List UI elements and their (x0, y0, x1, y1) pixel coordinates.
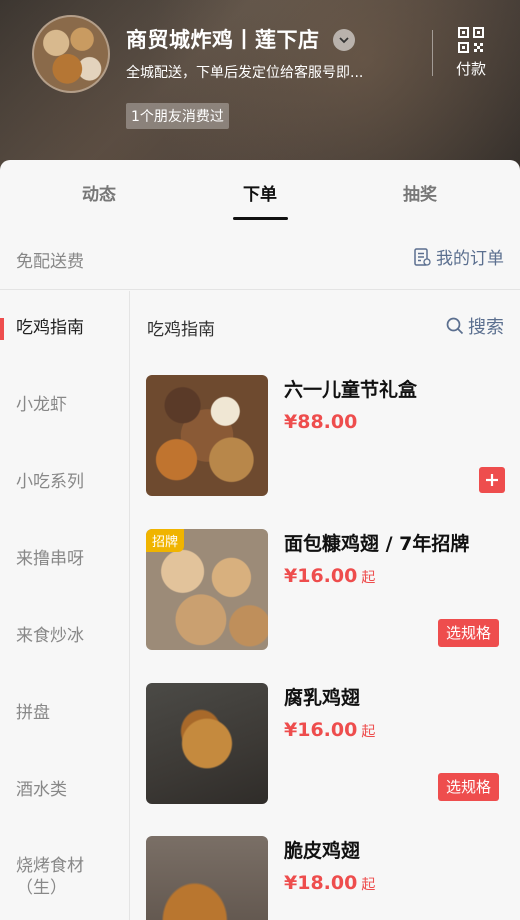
active-category-indicator (0, 318, 4, 340)
store-avatar[interactable] (32, 15, 110, 93)
product-image[interactable] (146, 375, 268, 496)
my-orders-link[interactable]: 我的订单 (412, 244, 504, 269)
product-name: 脆皮鸡翅 (284, 840, 361, 862)
price-suffix: 起 (361, 877, 376, 893)
category-item[interactable]: 来撸串呀 (16, 548, 116, 570)
product-item[interactable]: 脆皮鸡翅 ¥18.00 起 (146, 836, 506, 920)
product-item[interactable]: 招牌 面包糠鸡翅 / 7年招牌 ¥16.00 起 选规格 (146, 529, 506, 654)
my-orders-label: 我的订单 (436, 249, 504, 269)
info-row: 免配送费 我的订单 (0, 222, 520, 290)
product-image[interactable] (146, 683, 268, 804)
product-item[interactable]: 腐乳鸡翅 ¥16.00 起 选规格 (146, 683, 506, 808)
free-delivery-label: 免配送费 (16, 252, 84, 272)
price-suffix: 起 (361, 724, 376, 740)
search-button[interactable]: 搜索 (446, 313, 504, 339)
category-item[interactable]: 拼盘 (16, 702, 116, 724)
category-sidebar: 吃鸡指南 小龙虾 小吃系列 来撸串呀 来食炒冰 拼盘 酒水类 烧烤食材（生） (0, 291, 130, 920)
add-to-cart-button[interactable] (479, 467, 505, 493)
price-suffix: 起 (361, 570, 376, 586)
category-item[interactable]: 小龙虾 (16, 394, 116, 416)
store-description: 全城配送，下单后发定位给客服号即... (126, 65, 364, 81)
product-item[interactable]: 六一儿童节礼盒 ¥88.00 (146, 375, 506, 500)
search-icon (446, 317, 464, 335)
product-price: ¥18.00 起 (284, 872, 376, 894)
category-item[interactable]: 酒水类 (16, 779, 116, 801)
search-label: 搜索 (468, 317, 504, 338)
tab-feed[interactable]: 动态 (82, 180, 116, 205)
tab-lottery[interactable]: 抽奖 (403, 180, 437, 205)
product-image[interactable]: 招牌 (146, 529, 268, 650)
pay-label: 付款 (455, 60, 486, 78)
product-name: 面包糠鸡翅 / 7年招牌 (284, 533, 470, 555)
product-price: ¥88.00 (284, 411, 358, 433)
active-tab-underline (233, 217, 288, 220)
list-title: 吃鸡指南 (147, 320, 215, 340)
category-item[interactable]: 烧烤食材（生） (16, 855, 116, 899)
category-item[interactable]: 小吃系列 (16, 471, 116, 493)
choose-spec-button[interactable]: 选规格 (438, 773, 500, 801)
product-list: 吃鸡指南 搜索 六一儿童节礼盒 ¥88.00 招牌 面包糠鸡翅 / 7年招牌 ¥… (131, 291, 520, 920)
tab-order[interactable]: 下单 (243, 180, 277, 205)
product-name: 腐乳鸡翅 (284, 687, 361, 709)
pay-button[interactable]: 付款 (448, 27, 494, 83)
header-divider (432, 30, 433, 76)
category-item[interactable]: 来食炒冰 (16, 625, 116, 647)
qr-code-icon (458, 27, 484, 53)
friend-tag: 1个朋友消费过 (126, 103, 229, 129)
chevron-down-icon[interactable] (333, 29, 355, 51)
product-price: ¥16.00 起 (284, 565, 376, 587)
product-name: 六一儿童节礼盒 (284, 379, 418, 401)
choose-spec-button[interactable]: 选规格 (438, 619, 500, 647)
product-price: ¥16.00 起 (284, 719, 376, 741)
order-list-icon (414, 247, 431, 266)
plus-icon (486, 474, 498, 486)
category-item[interactable]: 吃鸡指南 (16, 317, 116, 339)
signature-badge: 招牌 (146, 529, 185, 552)
product-image[interactable] (146, 836, 268, 920)
store-name[interactable]: 商贸城炸鸡丨莲下店 (126, 24, 320, 54)
tab-bar: 动态 下单 抽奖 (0, 160, 520, 222)
order-sheet: 动态 下单 抽奖 免配送费 我的订单 吃鸡指南 小龙虾 小吃系列 来撸串呀 来食… (0, 160, 520, 920)
